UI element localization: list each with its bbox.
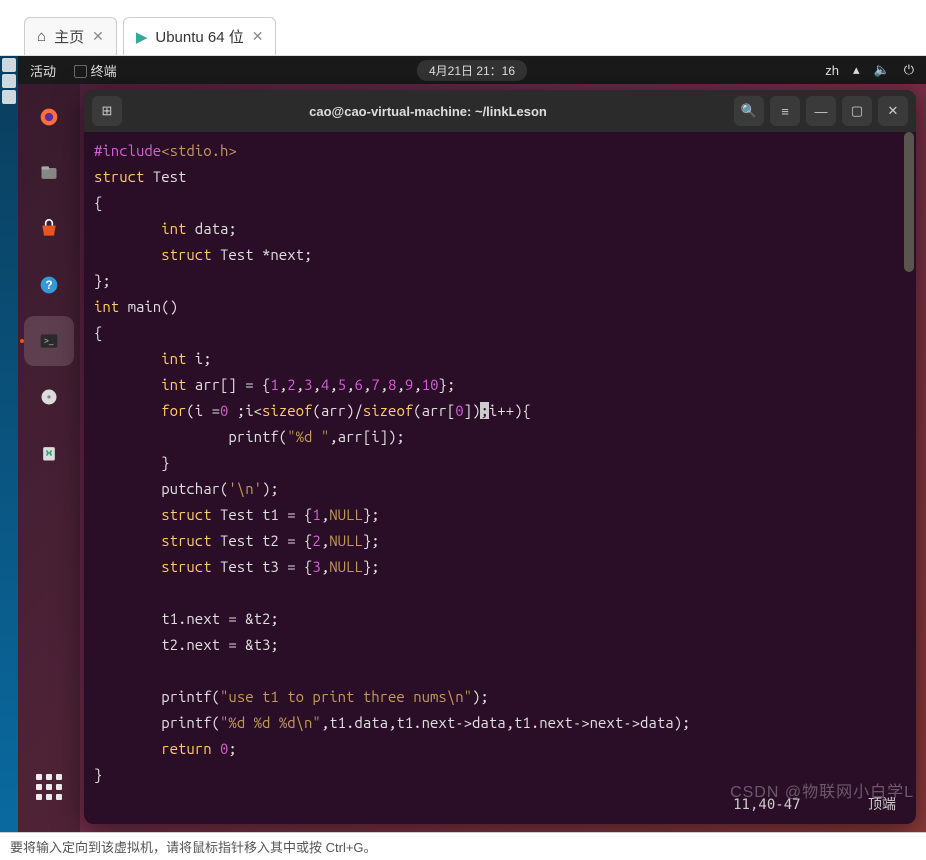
svg-text:?: ? [45, 279, 52, 292]
files-icon [39, 163, 59, 183]
maximize-icon: ▢ [851, 103, 863, 119]
watermark: CSDN @物联网小白学L [730, 778, 914, 802]
cursor: ; [480, 402, 488, 419]
software-icon [39, 219, 59, 239]
hamburger-icon: ≡ [781, 104, 789, 119]
network-icon[interactable]: ▴ [853, 62, 860, 78]
vmware-tabbar: ⌂ 主页 ✕ ▶ Ubuntu 64 位 ✕ [0, 0, 926, 56]
close-icon[interactable]: ✕ [92, 28, 104, 45]
home-icon: ⌂ [37, 28, 46, 45]
search-button[interactable]: 🔍 [734, 96, 764, 126]
trash-icon [39, 443, 59, 463]
minimize-icon: — [815, 104, 828, 119]
terminal-body[interactable]: #include<stdio.h> struct Test { int data… [84, 132, 916, 824]
search-icon: 🔍 [741, 103, 757, 119]
dock-show-apps[interactable] [24, 762, 74, 812]
dock-files[interactable] [24, 148, 74, 198]
power-icon[interactable]: ⏻ [904, 62, 914, 78]
host-left-stripe [0, 56, 18, 832]
scrollbar[interactable] [904, 132, 914, 272]
close-icon: ✕ [888, 103, 899, 119]
clock[interactable]: 4月21日 21：16 [417, 60, 527, 81]
help-icon: ? [39, 275, 59, 295]
vmware-tab-home[interactable]: ⌂ 主页 ✕ [24, 17, 117, 55]
terminal-icon: >_ [39, 331, 59, 351]
dock-trash[interactable] [24, 428, 74, 478]
terminal-indicator[interactable]: ▢ 终端 [74, 61, 117, 80]
language-indicator[interactable]: zh [825, 63, 839, 78]
terminal-icon: ▢ [74, 64, 87, 79]
disk-icon [39, 387, 59, 407]
vmware-status-bar: 要将输入定向到该虚拟机，请将鼠标指针移入其中或按 Ctrl+G。 [0, 832, 926, 860]
new-tab-icon: ⊞ [102, 103, 113, 119]
dock-software[interactable] [24, 204, 74, 254]
dock-help[interactable]: ? [24, 260, 74, 310]
apps-grid-icon [36, 774, 62, 800]
terminal-title: cao@cao-virtual-machine: ~/linkLeson [128, 104, 728, 119]
ubuntu-top-bar: 活动 ▢ 终端 4月21日 21：16 zh ▴ 🔈 ⏻ [18, 56, 926, 84]
vm-icon: ▶ [136, 28, 148, 46]
new-tab-button[interactable]: ⊞ [92, 96, 122, 126]
dock-disk[interactable] [24, 372, 74, 422]
dock-firefox[interactable] [24, 92, 74, 142]
terminal-titlebar[interactable]: ⊞ cao@cao-virtual-machine: ~/linkLeson 🔍… [84, 90, 916, 132]
terminal-window: ⊞ cao@cao-virtual-machine: ~/linkLeson 🔍… [84, 90, 916, 824]
menu-button[interactable]: ≡ [770, 96, 800, 126]
close-icon[interactable]: ✕ [252, 28, 264, 45]
maximize-button[interactable]: ▢ [842, 96, 872, 126]
svg-text:>_: >_ [44, 336, 54, 346]
vmware-tab-ubuntu[interactable]: ▶ Ubuntu 64 位 ✕ [123, 17, 277, 55]
vmware-tab-label: 主页 [54, 26, 84, 47]
close-button[interactable]: ✕ [878, 96, 908, 126]
guest-screen: 活动 ▢ 终端 4月21日 21：16 zh ▴ 🔈 ⏻ ? >_ [0, 56, 926, 832]
dock-terminal[interactable]: >_ [24, 316, 74, 366]
ubuntu-dock: ? >_ [18, 84, 80, 832]
volume-icon[interactable]: 🔈 [874, 62, 890, 78]
minimize-button[interactable]: — [806, 96, 836, 126]
vmware-status-text: 要将输入定向到该虚拟机，请将鼠标指针移入其中或按 Ctrl+G。 [10, 837, 377, 856]
firefox-icon [39, 107, 59, 127]
activities-button[interactable]: 活动 [30, 61, 56, 80]
vmware-tab-label: Ubuntu 64 位 [155, 26, 243, 47]
